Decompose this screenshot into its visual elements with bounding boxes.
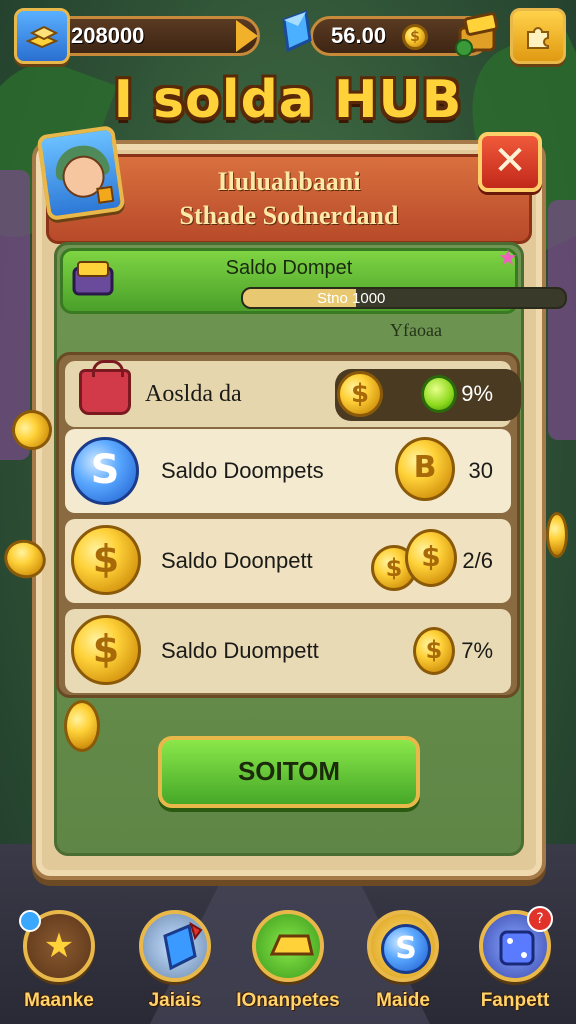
gems-currency-value: 56.00 — [331, 23, 387, 48]
treasure-stack-icon — [455, 12, 499, 57]
list-item-label: Saldo Doompets — [161, 458, 324, 483]
nav-icon-frame: ? — [479, 906, 553, 982]
dollar-coin-icon: $ — [71, 615, 141, 685]
nav-label: IOnanpetes — [236, 990, 340, 1011]
submit-button[interactable]: SOITOM — [158, 736, 420, 808]
dollar-coin-icon: $ — [413, 627, 455, 675]
wallet-balance-bar: Saldo Dompet Stno 1000 — [60, 248, 567, 314]
list-item[interactable]: S Saldo Doompets B 30 — [65, 429, 511, 513]
gold-bar-icon — [269, 934, 314, 956]
avatar-level-badge — [96, 185, 115, 204]
wallet-progress-text: Stno 1000 — [317, 290, 386, 307]
dollar-coin-icon: $ — [405, 529, 457, 587]
gold-bars-button[interactable] — [14, 8, 70, 64]
floating-coin-icon — [64, 700, 100, 752]
nav-item-maanke[interactable]: ★ Maanke — [4, 910, 114, 1012]
puzzle-piece-icon — [527, 27, 549, 49]
dollar-coin-icon: $ — [337, 371, 383, 417]
sparkle-star-icon: ★ — [498, 246, 518, 271]
nav-label: Jaiais — [148, 990, 202, 1011]
nav-label: Maide — [376, 990, 430, 1011]
nav-icon-frame — [252, 910, 324, 982]
list-item-label: Saldo Duompett — [161, 638, 319, 663]
gold-currency-pill: 208000 — [50, 16, 260, 56]
nav-item-maide[interactable]: S Maide — [348, 910, 458, 1012]
blue-s-coin-icon: S — [71, 437, 139, 505]
game-title: I solda HUB — [113, 70, 463, 130]
wallet-progress-track: Stno 1000 — [241, 287, 567, 309]
list-item-value: 7% — [461, 638, 493, 663]
dollar-coin-icon: $ — [71, 525, 141, 595]
nav-icon-frame: ★ — [19, 910, 95, 982]
red-bag-icon — [79, 360, 131, 415]
list-item-label: Aoslda da — [145, 380, 242, 407]
blue-gem-icon — [163, 922, 203, 971]
list-item[interactable]: $ Saldo Doonpett $ $ 2/6 — [65, 519, 511, 603]
list-item-value: 2/6 — [462, 548, 493, 573]
floating-coin-icon — [546, 512, 568, 558]
list-item-label: Saldo Doonpett — [161, 548, 313, 573]
green-gem-icon — [421, 375, 457, 413]
nav-icon-frame — [139, 910, 211, 982]
nav-icon-frame: S — [367, 910, 439, 982]
nav-label: Maanke — [24, 990, 94, 1011]
top-bar: 208000 56.00 $ — [10, 8, 566, 64]
blue-gem-icon — [282, 10, 312, 53]
gold-bars-icon — [25, 25, 59, 49]
list-item-value: 9% — [461, 381, 493, 406]
balance-list: Aoslda da $ 9% S Saldo Doompets B 30 $ S… — [56, 352, 521, 698]
player-avatar[interactable] — [36, 124, 126, 222]
list-item-value: 30 — [468, 458, 493, 483]
wallet-sub-caption: Yfaoaa — [390, 320, 442, 340]
close-button[interactable]: ✕ — [478, 132, 542, 192]
gold-b-coin-icon: B — [395, 437, 455, 501]
star-icon: ★ — [43, 926, 75, 966]
play-arrow-icon[interactable] — [236, 20, 258, 52]
list-item[interactable]: Aoslda da $ 9% — [65, 360, 521, 427]
nav-item-ionanpetes[interactable]: IOnanpetes — [233, 910, 343, 1012]
s-coin-icon: S — [381, 924, 431, 974]
settings-puzzle-button[interactable] — [510, 8, 566, 64]
small-coin-icon: $ — [402, 24, 428, 50]
wallet-label: Saldo Dompet — [225, 257, 353, 279]
wallet-icon — [72, 261, 114, 296]
nav-item-fanpett[interactable]: ? Fanpett — [460, 906, 570, 1012]
close-icon: ✕ — [493, 138, 527, 184]
nav-item-jaiais[interactable]: Jaiais — [120, 910, 230, 1012]
nav-label: Fanpett — [480, 990, 550, 1011]
list-item[interactable]: $ Saldo Duompett $ 7% — [65, 609, 511, 693]
bottom-nav: ★ Maanke Jaiais IOnanpetes S Maide ? Fan… — [0, 894, 576, 1024]
dice-icon — [499, 930, 535, 966]
